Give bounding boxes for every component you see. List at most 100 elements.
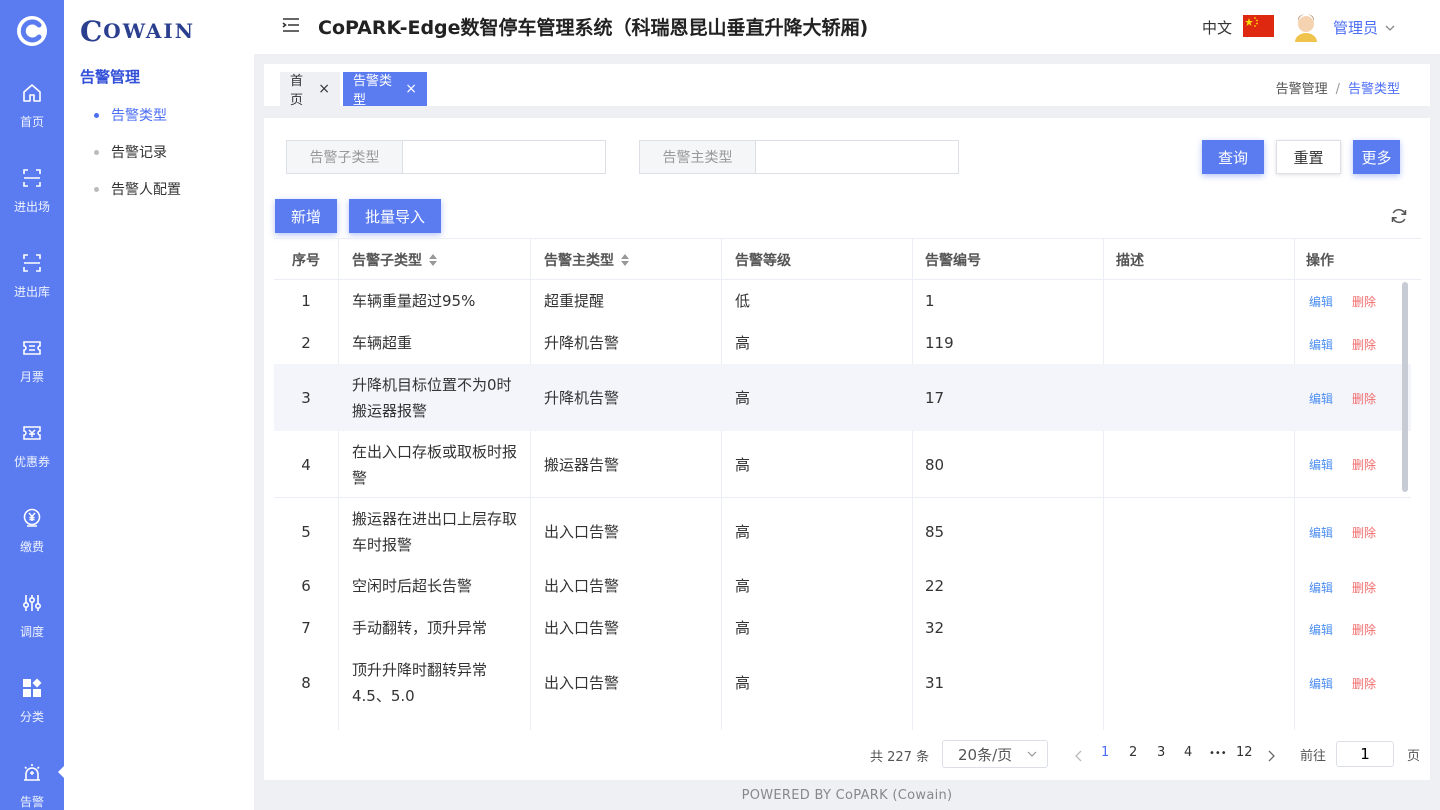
- tab-home[interactable]: 首页 ×: [280, 72, 340, 108]
- more-button[interactable]: 更多: [1353, 140, 1400, 174]
- batch-import-button[interactable]: 批量导入: [349, 199, 441, 233]
- nav-item-dispatch[interactable]: 调度: [0, 592, 64, 672]
- cell-level: 低: [735, 292, 751, 310]
- delete-link[interactable]: 删除: [1352, 649, 1376, 718]
- breadcrumb-separator: /: [1335, 82, 1340, 97]
- user-menu[interactable]: 管理员: [1333, 17, 1396, 38]
- content-card: 告警子类型 告警主类型 查询 重置 更多 新增 批量导入 序号 告警子类型 告警…: [264, 118, 1430, 780]
- nav-item-label: 首页: [19, 115, 44, 129]
- sub-menu-label: 告警记录: [111, 145, 167, 161]
- bullet-dot: [94, 149, 99, 155]
- chevron-left-icon[interactable]: [1074, 750, 1084, 762]
- menu-toggle-icon[interactable]: [282, 16, 300, 34]
- edit-link[interactable]: 编辑: [1309, 280, 1333, 322]
- nav-item-label: 缴费: [19, 540, 44, 554]
- query-button[interactable]: 查询: [1202, 140, 1264, 174]
- language-switch[interactable]: 中文: [1202, 17, 1232, 38]
- sub-menu-item-alarm-record[interactable]: 告警记录: [94, 142, 167, 162]
- delete-link[interactable]: 删除: [1352, 431, 1376, 498]
- column-header-label: 告警子类型: [352, 253, 422, 269]
- nav-item-coupon[interactable]: 优惠券: [0, 422, 64, 502]
- add-button[interactable]: 新增: [275, 199, 337, 233]
- cell-main-type: 升降机告警: [544, 334, 620, 352]
- nav-item-entry-exit[interactable]: 进出场: [0, 167, 64, 247]
- table-scrollbar[interactable]: [1402, 282, 1408, 492]
- cell-code: 119: [925, 334, 954, 352]
- column-header-code: 告警编号: [925, 253, 981, 269]
- cell-no: 4: [301, 455, 311, 474]
- nav-item-alarm[interactable]: 告警: [0, 762, 65, 810]
- delete-link[interactable]: 删除: [1352, 498, 1376, 567]
- column-header-main-type[interactable]: 告警主类型: [544, 239, 629, 281]
- cell-code: 17: [925, 388, 945, 407]
- delete-link[interactable]: 删除: [1352, 565, 1376, 609]
- total-count: 共 227 条: [870, 749, 930, 765]
- cell-main-type: 搬运器告警: [544, 455, 620, 474]
- edit-link[interactable]: 编辑: [1309, 431, 1333, 498]
- delete-link[interactable]: 删除: [1352, 364, 1376, 433]
- cell-description: [1116, 322, 1286, 364]
- brand-initial: C: [80, 14, 104, 48]
- edit-link[interactable]: 编辑: [1309, 364, 1333, 433]
- table-row: 8 顶升升降时翻转异常4.5、5.0 出入口告警 高 31 编辑 删除: [274, 649, 1411, 716]
- page-number[interactable]: 4: [1184, 745, 1192, 760]
- nav-item-label: 进出场: [13, 200, 50, 214]
- cell-code: 31: [925, 673, 945, 692]
- nav-item-payment[interactable]: 缴费: [0, 507, 64, 587]
- delete-link[interactable]: 删除: [1352, 280, 1376, 322]
- page-number[interactable]: 12: [1236, 745, 1253, 760]
- china-flag-icon[interactable]: [1243, 15, 1274, 37]
- sub-menu-item-alarm-contact[interactable]: 告警人配置: [94, 179, 181, 199]
- goto-page-input[interactable]: [1336, 741, 1394, 767]
- breadcrumb-parent[interactable]: 告警管理: [1276, 82, 1328, 97]
- cell-no: 2: [301, 334, 311, 352]
- close-icon[interactable]: ×: [318, 81, 330, 97]
- close-icon[interactable]: ×: [405, 81, 417, 97]
- page-ellipsis[interactable]: •••: [1209, 748, 1227, 759]
- page-size-select[interactable]: 20条/页: [942, 740, 1048, 768]
- avatar[interactable]: [1292, 12, 1320, 42]
- scan-icon: [23, 169, 41, 187]
- main-type-input[interactable]: [756, 141, 958, 173]
- cell-level: 高: [735, 577, 751, 595]
- sub-menu-label: 告警类型: [111, 108, 167, 124]
- cell-level: 高: [735, 522, 751, 541]
- edit-link[interactable]: 编辑: [1309, 565, 1333, 609]
- brand-rest: OWAIN: [103, 19, 196, 43]
- table-row: 7 手动翻转，顶升异常 出入口告警 高 32 编辑 删除: [274, 607, 1411, 649]
- delete-link[interactable]: 删除: [1352, 322, 1376, 366]
- user-name: 管理员: [1333, 19, 1379, 37]
- sub-type-input[interactable]: [403, 141, 605, 173]
- page-number[interactable]: 2: [1129, 745, 1137, 760]
- nav-item-category[interactable]: 分类: [0, 677, 64, 757]
- category-icon: [23, 678, 42, 697]
- column-header-sub-type[interactable]: 告警子类型: [352, 239, 437, 281]
- tab-alarm-type[interactable]: 告警类型 ×: [343, 72, 427, 108]
- sort-icon[interactable]: [621, 254, 629, 266]
- table-row: 6 空闲时后超长告警 出入口告警 高 22 编辑 删除: [274, 565, 1411, 607]
- nav-rail: 首页 进出场 进出库 月票 优惠券 缴费 调度 分类 告警: [0, 0, 65, 810]
- chevron-right-icon[interactable]: [1266, 750, 1276, 762]
- edit-link[interactable]: 编辑: [1309, 498, 1333, 567]
- sub-menu-title: 告警管理: [80, 68, 141, 86]
- edit-link[interactable]: 编辑: [1309, 607, 1333, 651]
- nav-item-home[interactable]: 首页: [0, 82, 64, 162]
- column-header-actions: 操作: [1306, 253, 1334, 269]
- payment-icon: [23, 508, 41, 527]
- edit-link[interactable]: 编辑: [1309, 649, 1333, 718]
- sub-menu-item-alarm-type[interactable]: 告警类型: [94, 105, 167, 125]
- refresh-icon[interactable]: [1390, 207, 1408, 225]
- nav-item-monthly-ticket[interactable]: 月票: [0, 337, 64, 417]
- sub-menu: C OWAIN 告警管理 告警类型 告警记录 告警人配置: [64, 0, 254, 810]
- table-row: 5 搬运器在进出口上层存取车时报警 出入口告警 高 85 编辑 删除: [274, 498, 1411, 565]
- page-number[interactable]: 3: [1157, 745, 1165, 760]
- cell-code: 1: [925, 292, 935, 310]
- edit-link[interactable]: 编辑: [1309, 322, 1333, 366]
- delete-link[interactable]: 删除: [1352, 607, 1376, 651]
- reset-button[interactable]: 重置: [1276, 140, 1341, 174]
- nav-item-storage[interactable]: 进出库: [0, 252, 64, 332]
- page-number[interactable]: 1: [1101, 745, 1109, 760]
- sort-icon[interactable]: [429, 254, 437, 266]
- cell-description: [1116, 364, 1286, 431]
- ticket-icon: [23, 341, 41, 355]
